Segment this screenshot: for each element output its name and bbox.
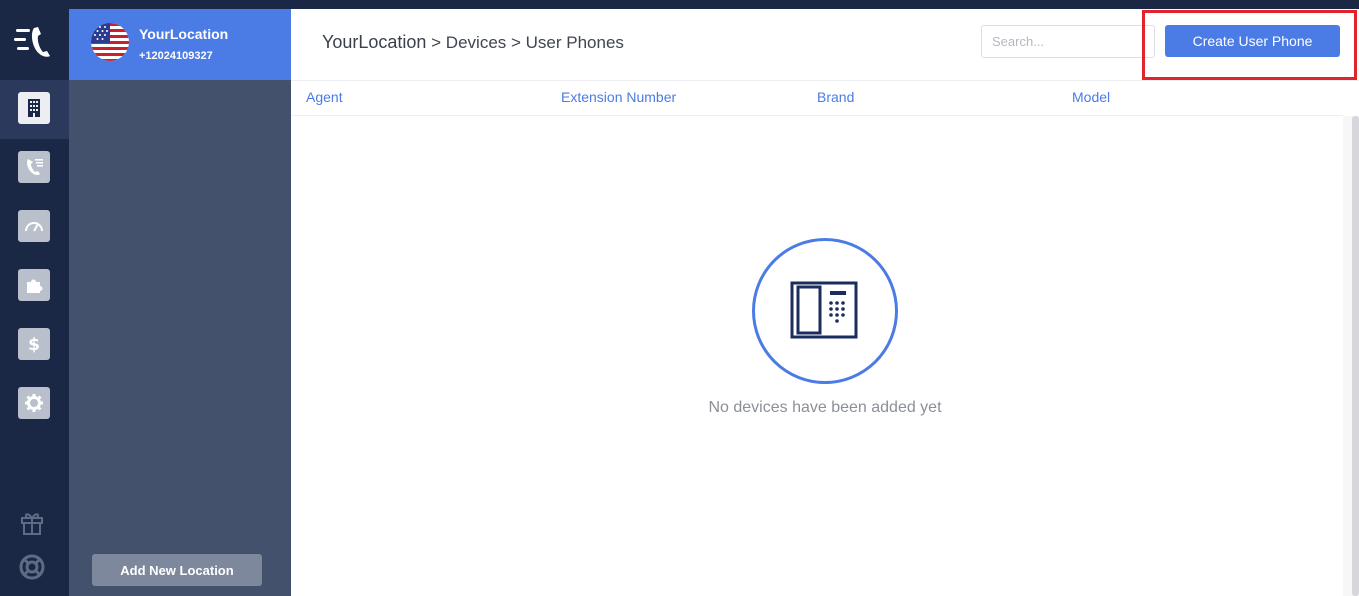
empty-state-illustration xyxy=(752,238,898,384)
scrollbar-thumb[interactable] xyxy=(1352,116,1359,596)
icon-rail: $ xyxy=(0,0,69,596)
gift-icon[interactable] xyxy=(18,508,46,536)
svg-text:$: $ xyxy=(28,335,40,355)
scrollbar[interactable] xyxy=(1343,116,1359,596)
support-icon[interactable] xyxy=(18,553,46,581)
app-logo-icon[interactable] xyxy=(14,24,54,60)
breadcrumb: YourLocation > Devices > User Phones xyxy=(322,32,624,53)
dollar-icon[interactable]: $ xyxy=(18,328,50,360)
add-location-button[interactable]: Add New Location xyxy=(92,554,262,586)
us-flag-icon xyxy=(91,23,129,61)
search-input[interactable] xyxy=(981,25,1155,58)
building-icon[interactable] xyxy=(18,92,50,124)
column-header-model[interactable]: Model xyxy=(1072,89,1110,105)
gear-icon[interactable] xyxy=(18,387,50,419)
table-header: Agent Extension Number Brand Model xyxy=(291,81,1343,116)
speedometer-icon[interactable] xyxy=(18,210,50,242)
desk-phone-icon xyxy=(790,281,858,339)
breadcrumb-location[interactable]: YourLocation xyxy=(322,32,426,52)
location-panel xyxy=(69,9,291,596)
empty-state-message: No devices have been added yet xyxy=(708,399,942,416)
column-header-extension[interactable]: Extension Number xyxy=(561,89,676,105)
create-user-phone-button[interactable]: Create User Phone xyxy=(1165,25,1340,57)
puzzle-icon[interactable] xyxy=(18,269,50,301)
column-header-agent[interactable]: Agent xyxy=(306,89,343,105)
call-list-icon[interactable] xyxy=(18,151,50,183)
breadcrumb-path: > Devices > User Phones xyxy=(426,33,624,52)
location-phone: +12024109327 xyxy=(139,50,213,62)
column-header-brand[interactable]: Brand xyxy=(817,89,854,105)
location-name: YourLocation xyxy=(139,26,229,42)
top-strip xyxy=(0,0,1359,9)
location-card[interactable]: YourLocation +12024109327 xyxy=(69,9,291,80)
